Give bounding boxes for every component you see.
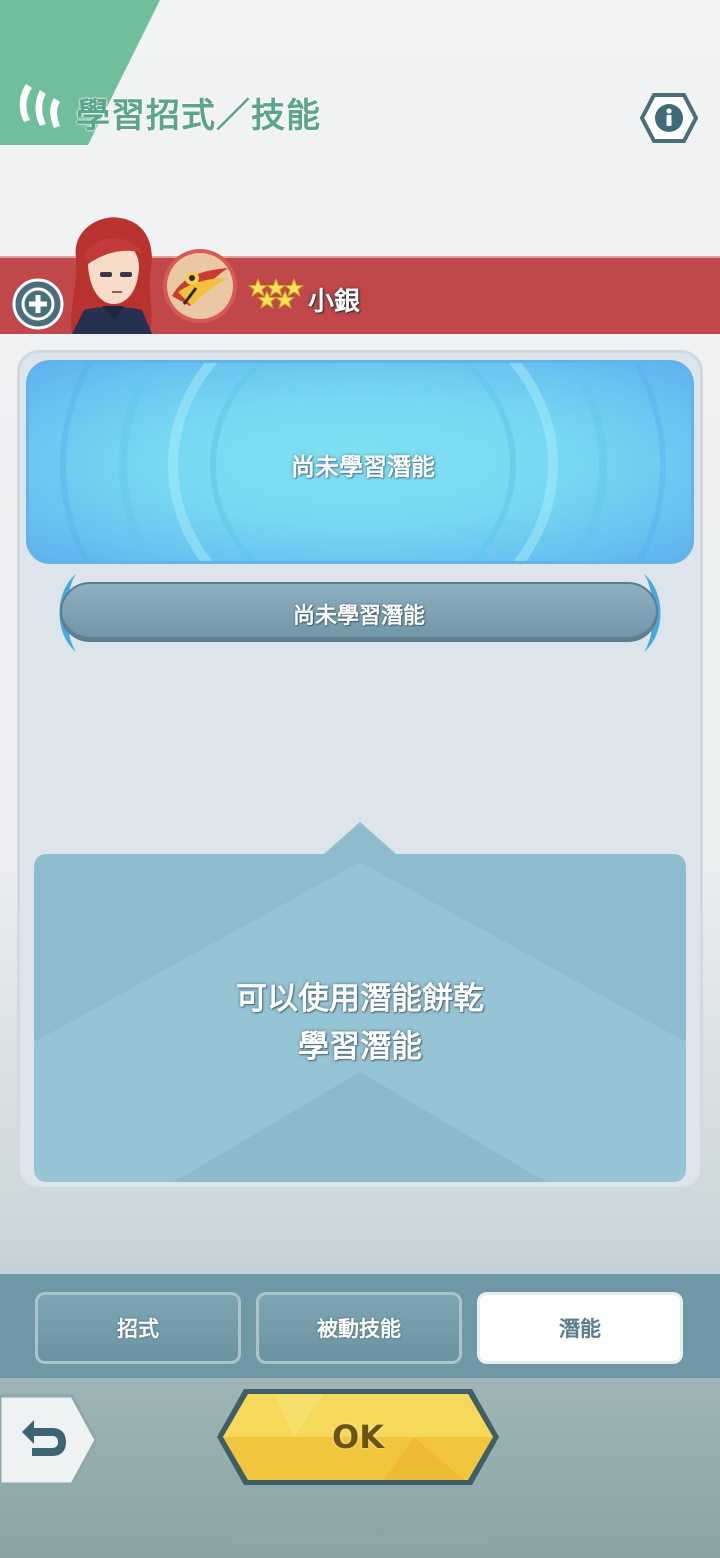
potential-hint-text: 可以使用潛能餅乾 學習潛能 [34,975,686,1071]
page-title: 學習招式／技能 [76,96,321,136]
potential-card-label: 尚未學習潛能 [291,453,435,481]
trainer-portrait [71,217,152,334]
tab-passive-skills[interactable]: 被動技能 [256,1292,462,1364]
hint-line-1: 可以使用潛能餅乾 [236,981,484,1017]
home-indicator [232,1536,488,1544]
hint-line-2: 學習潛能 [298,1029,422,1065]
tab-potential[interactable]: 潛能 [477,1292,683,1364]
back-arrow-icon[interactable] [0,1392,98,1488]
potential-card[interactable]: 尚未學習潛能 [26,360,694,564]
tab-moves[interactable]: 招式 [35,1292,241,1364]
ok-button[interactable]: OK [214,1418,502,1456]
potential-name-bar: 尚未學習潛能 [60,582,658,642]
info-icon[interactable] [640,92,698,144]
move-learn-icon [19,84,60,128]
plus-circle-icon[interactable] [12,278,64,330]
potential-name-label: 尚未學習潛能 [292,604,425,629]
star-rating [248,278,304,310]
pokemon-icon [163,249,237,323]
sync-pair-name: 小銀 [308,287,361,317]
